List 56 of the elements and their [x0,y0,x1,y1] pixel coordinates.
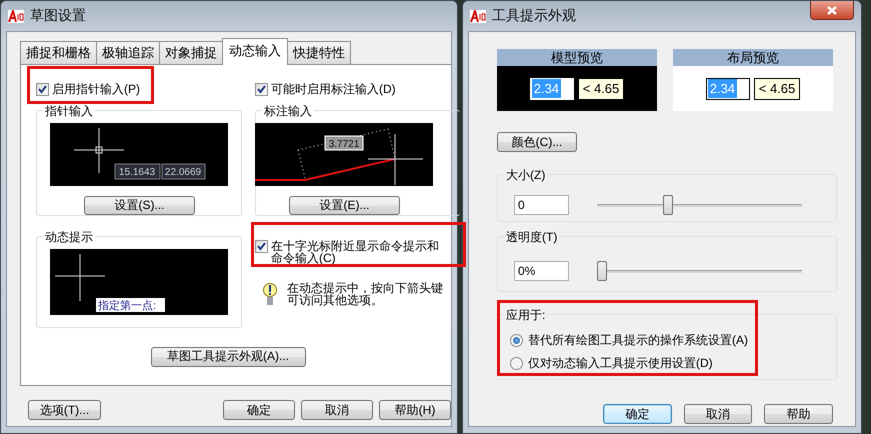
group-title: 大小(Z) [504,167,548,184]
preview-angle: < 4.65 [754,78,800,100]
group-title: 透明度(T) [504,229,560,246]
options-button[interactable]: 选项(T)... [28,400,101,420]
tooltip-appearance-button[interactable]: 草图工具提示外观(A)... [150,346,306,366]
slider-thumb[interactable] [663,194,674,214]
coordinate-value: 15.1643 [118,167,156,178]
radio-label: 替代所有绘图工具提示的操作系统设置(A) [528,332,748,349]
checkbox-label: 可能时启用标注输入(D) [271,83,396,96]
dialog-button[interactable]: 帮助 [764,404,834,424]
checkbox[interactable] [255,240,268,253]
app-logo-icon [8,10,24,22]
checkbox[interactable] [36,83,49,96]
preview-title: 布局预览 [673,49,833,66]
close-icon [827,6,837,14]
tab[interactable]: 捕捉和栅格 [20,41,97,65]
window-title: 工具提示外观 [492,7,576,25]
tab[interactable]: 动态输入 [222,38,288,65]
group-title: 指针输入 [43,103,95,120]
dialog-button[interactable]: 取消 [301,400,373,420]
lightbulb-icon [263,282,277,308]
checkbox-label: 在十字光标附近显示命令提示和命令输入(C) [271,240,440,264]
crosshair-drawing [368,134,424,186]
preview-angle: < 4.65 [578,78,624,100]
group-title: 动态提示 [43,229,95,246]
checkbox-label: 启用指针输入(P) [52,83,140,96]
coordinate-value: 22.0669 [164,167,202,178]
settings-button[interactable]: 设置(E)... [289,196,400,215]
dialog-button[interactable]: 确定 [223,400,295,420]
group-title: 应用于: [504,307,548,324]
crosshair-drawing [54,254,106,302]
tab[interactable]: 极轴追踪 [96,41,160,65]
dimension-value: 3.7721 [328,139,360,150]
close-button[interactable] [810,1,854,20]
group-title: 标注输入 [262,103,314,120]
preview-value: 2.34 [708,79,738,98]
dialog-button[interactable]: 帮助(H) [379,400,451,420]
window-title: 草图设置 [30,7,86,25]
input-field[interactable]: 0% [514,260,569,280]
input-field[interactable]: 0 [514,194,569,214]
prompt-text: 指定第一点: [98,300,156,312]
color-button[interactable]: 颜色(C)... [497,132,577,152]
preview-value: 2.34 [532,79,562,98]
app-logo-icon [470,10,486,22]
preview-title: 模型预览 [497,49,657,66]
radio-label: 仅对动态输入工具提示使用设置(D) [528,355,713,372]
radio-button[interactable] [510,357,523,370]
slider-thumb[interactable] [597,260,607,280]
settings-button[interactable]: 设置(S)... [84,196,195,215]
tip-text: 在动态提示中，按向下箭头键可访问其他选项。 [287,282,444,306]
checkbox[interactable] [255,83,268,96]
radio-button[interactable] [510,334,523,347]
dialog-button[interactable]: 确定 [603,404,672,424]
tab[interactable]: 快捷特性 [287,41,351,65]
dialog-button[interactable]: 取消 [684,404,752,424]
tab[interactable]: 对象捕捉 [159,41,223,65]
